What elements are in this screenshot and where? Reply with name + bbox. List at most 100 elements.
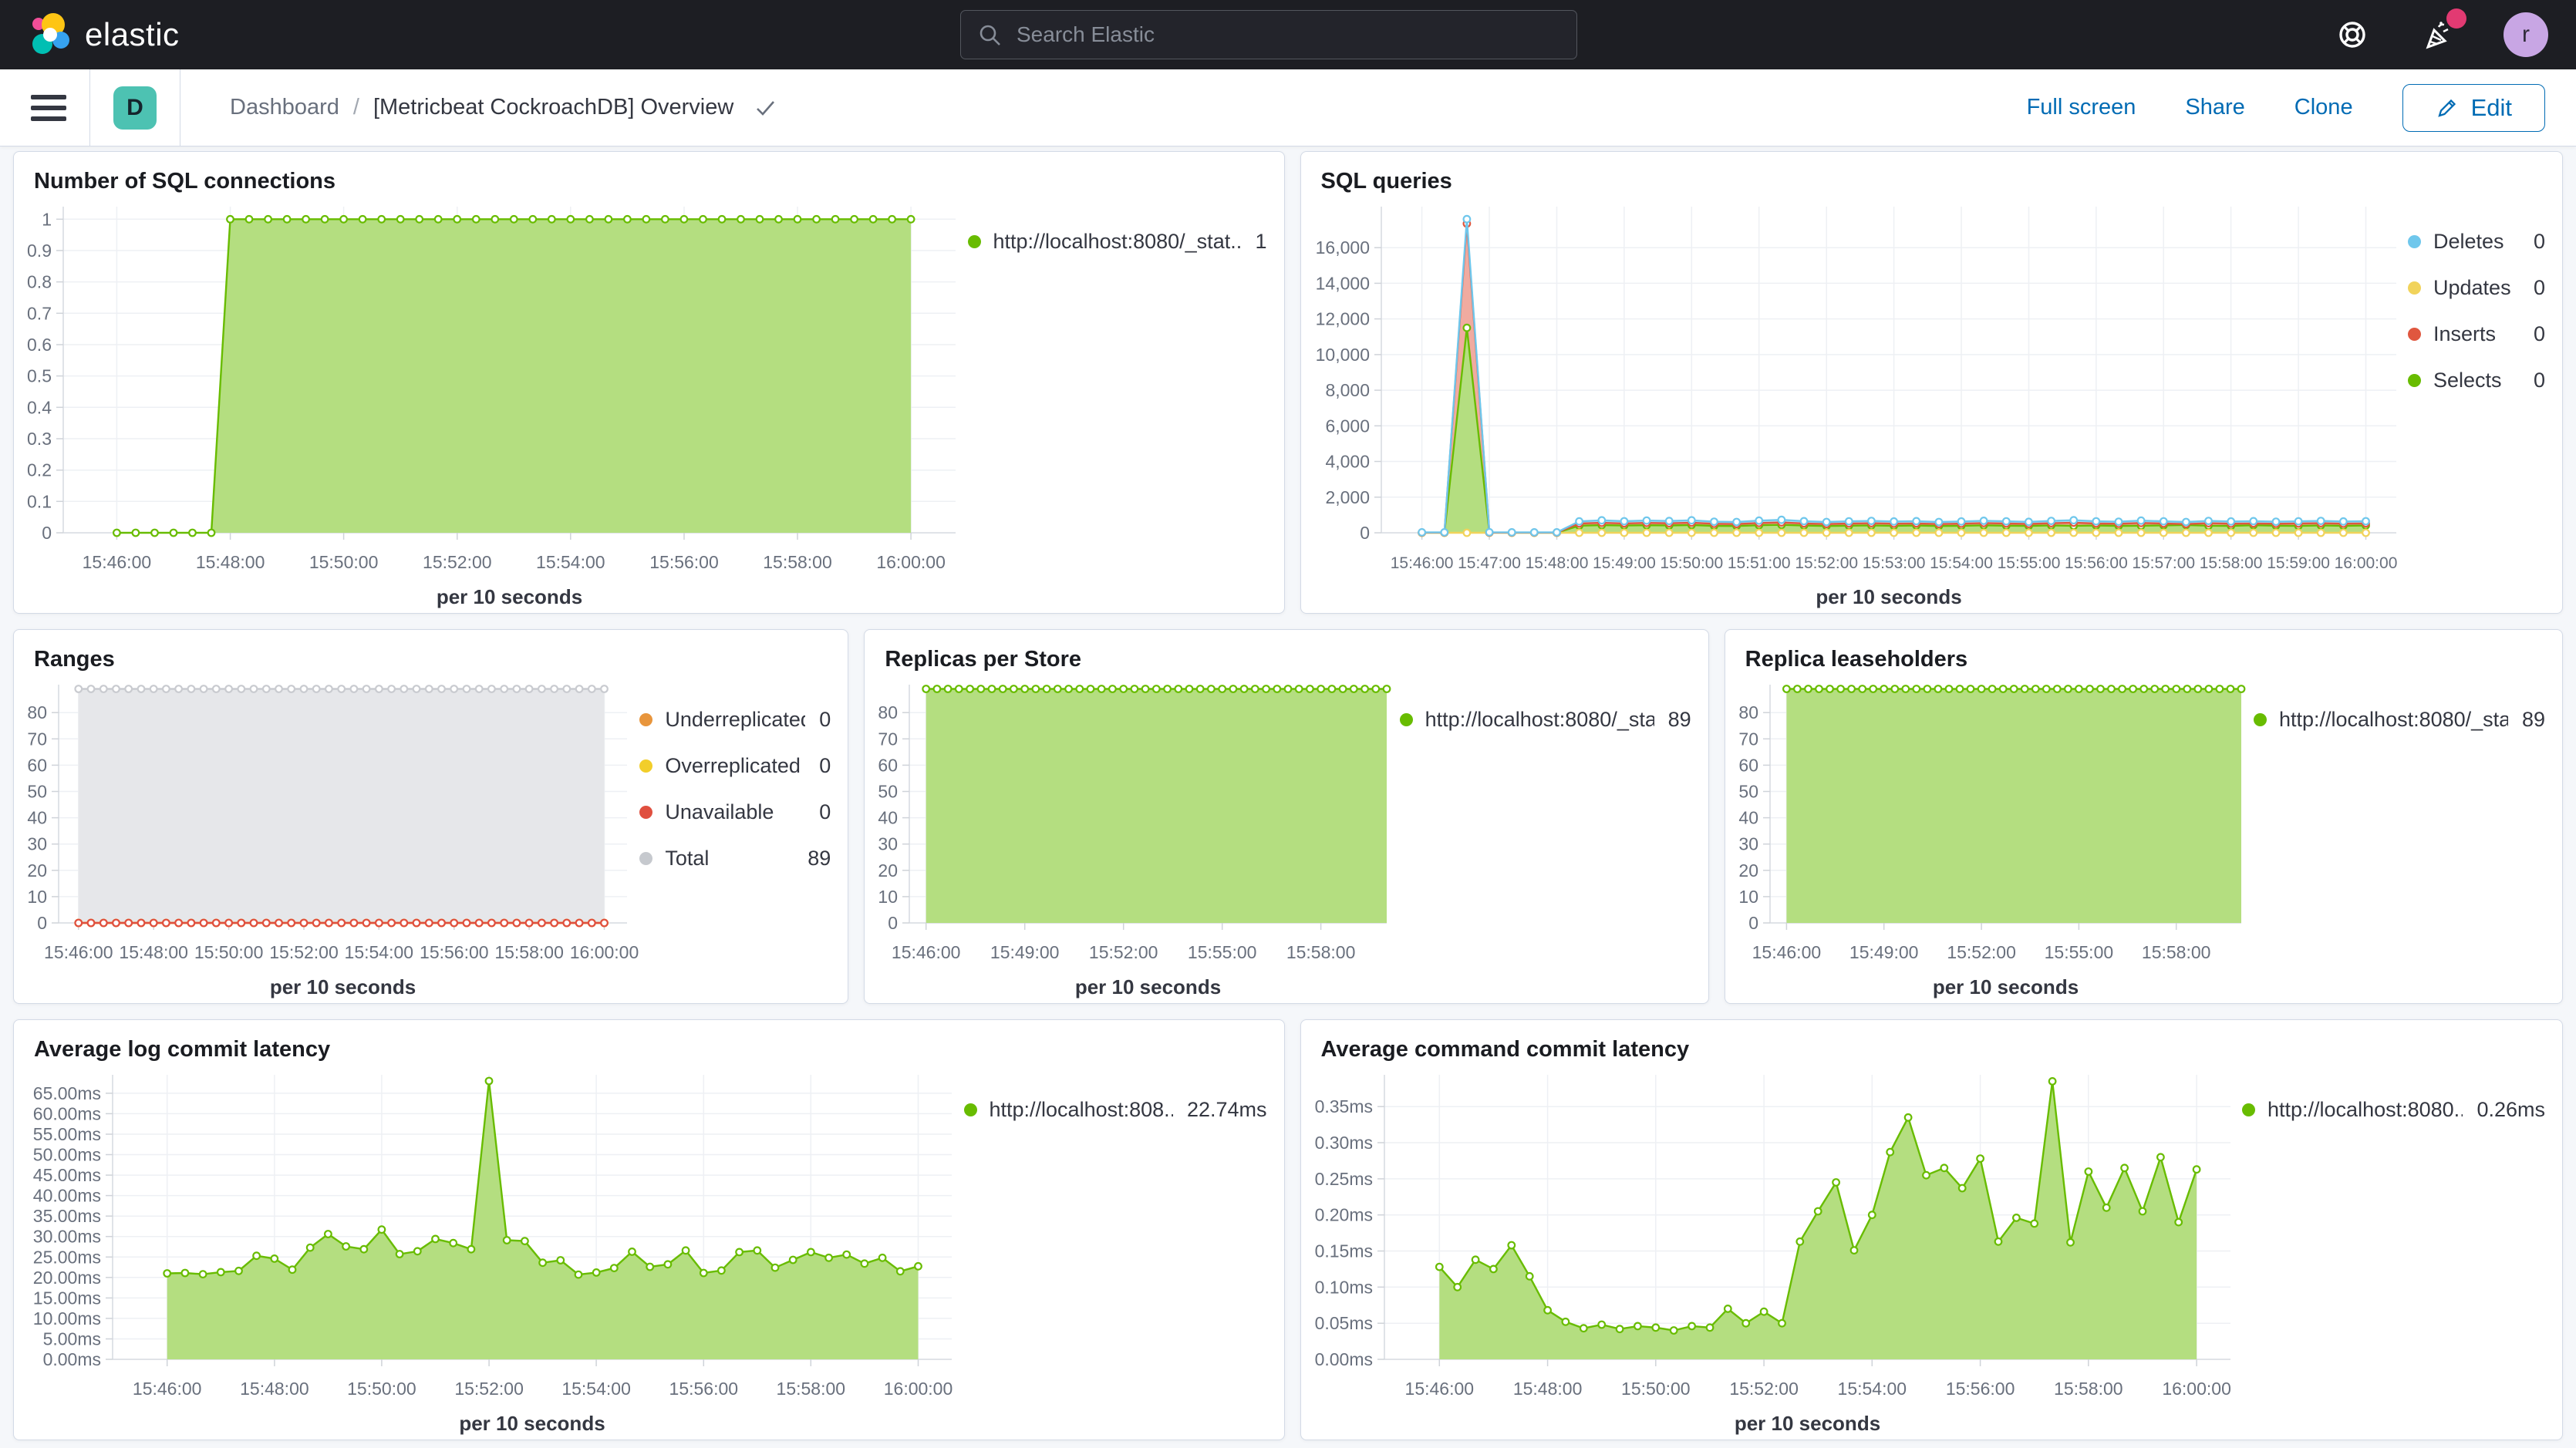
svg-text:15:49:00: 15:49:00	[990, 942, 1060, 962]
svg-text:per 10 seconds: per 10 seconds	[459, 1412, 605, 1435]
edit-button-label: Edit	[2471, 94, 2512, 122]
panel-title: SQL queries	[1301, 152, 2563, 197]
svg-text:15:59:00: 15:59:00	[2267, 554, 2330, 572]
svg-text:0.00ms: 0.00ms	[43, 1349, 101, 1369]
title-check-icon[interactable]	[752, 95, 778, 121]
legend-item[interactable]: Unavailable0	[639, 799, 831, 825]
svg-text:20: 20	[1738, 860, 1758, 881]
panel-command-commit-latency: Average command commit latency 0.35ms0.3…	[1300, 1019, 2564, 1440]
legend-item[interactable]: Deletes0	[2408, 228, 2545, 254]
legend-item[interactable]: Underreplicated0	[639, 706, 831, 732]
newsfeed-button[interactable]	[2417, 13, 2460, 56]
svg-text:15:46:00: 15:46:00	[83, 552, 152, 572]
legend-item[interactable]: Selects0	[2408, 367, 2545, 393]
elastic-brand[interactable]: elastic	[28, 12, 180, 57]
chart-canvas-leaseholders[interactable]: 8070605040302010015:46:0015:49:0015:52:0…	[1725, 675, 2254, 1003]
edit-button[interactable]: Edit	[2402, 84, 2545, 132]
svg-text:0: 0	[1360, 523, 1370, 543]
legend-color-dot	[2408, 374, 2421, 387]
page-title: [Metricbeat CockroachDB] Overview	[373, 95, 733, 120]
svg-text:55.00ms: 55.00ms	[33, 1124, 101, 1144]
legend-item[interactable]: http://localhost:8080/_sta...89	[2254, 706, 2545, 732]
user-avatar[interactable]: r	[2504, 12, 2548, 57]
legend-item[interactable]: http://localhost:8080/_sta...89	[1400, 706, 1691, 732]
svg-text:per 10 seconds: per 10 seconds	[270, 975, 416, 998]
brand-text: elastic	[85, 16, 180, 53]
svg-text:15:46:00: 15:46:00	[133, 1379, 202, 1399]
legend-label: http://localhost:8080/_sta...	[1425, 706, 1654, 732]
dashboard-content: Number of SQL connections 10.90.80.70.60…	[0, 146, 2576, 1440]
svg-text:60: 60	[878, 755, 899, 775]
svg-text:40: 40	[878, 808, 899, 828]
chart-legend: http://localhost:8080/_stat...1	[968, 197, 1284, 613]
legend-value: 0	[2520, 274, 2545, 301]
clone-link[interactable]: Clone	[2294, 95, 2353, 120]
chart-legend: Deletes0 Updates0 Inserts0 Selects0	[2408, 197, 2562, 613]
legend-color-dot	[639, 852, 652, 865]
svg-text:50: 50	[1738, 782, 1758, 802]
panel-title: Replicas per Store	[865, 630, 1708, 675]
legend-item[interactable]: http://localhost:8080/_stat...1	[968, 228, 1267, 254]
svg-text:0.8: 0.8	[27, 272, 52, 292]
legend-item[interactable]: Updates0	[2408, 274, 2545, 301]
svg-text:50.00ms: 50.00ms	[33, 1145, 101, 1165]
svg-text:14,000: 14,000	[1315, 273, 1369, 293]
panel-replica-leaseholders: Replica leaseholders 8070605040302010015…	[1725, 629, 2563, 1004]
legend-value: 89	[1654, 706, 1691, 732]
svg-text:15.00ms: 15.00ms	[33, 1288, 101, 1308]
svg-text:45.00ms: 45.00ms	[33, 1165, 101, 1185]
breadcrumb-dashboard-link[interactable]: Dashboard	[230, 95, 339, 120]
svg-text:0.35ms: 0.35ms	[1314, 1096, 1372, 1116]
svg-text:15:46:00: 15:46:00	[44, 942, 113, 962]
svg-text:8,000: 8,000	[1325, 380, 1370, 400]
svg-text:6,000: 6,000	[1325, 416, 1370, 436]
chart-canvas-log-latency[interactable]: 65.00ms60.00ms55.00ms50.00ms45.00ms40.00…	[14, 1066, 964, 1440]
legend-item[interactable]: http://localhost:808...22.74ms	[964, 1096, 1267, 1123]
menu-button[interactable]	[31, 95, 66, 121]
svg-text:0: 0	[37, 913, 47, 933]
svg-text:16,000: 16,000	[1315, 237, 1369, 258]
legend-label: Underreplicated	[665, 706, 805, 732]
svg-text:70: 70	[1738, 729, 1758, 749]
chart-canvas-replicas[interactable]: 8070605040302010015:46:0015:49:0015:52:0…	[865, 675, 1399, 1003]
svg-text:80: 80	[1738, 702, 1758, 722]
svg-text:0.7: 0.7	[27, 303, 52, 323]
chart-canvas-ranges[interactable]: 8070605040302010015:46:0015:48:0015:50:0…	[14, 675, 639, 1003]
svg-text:per 10 seconds: per 10 seconds	[437, 585, 582, 608]
legend-color-dot	[964, 1103, 977, 1116]
svg-text:30: 30	[27, 834, 47, 854]
svg-text:15:49:00: 15:49:00	[1593, 554, 1656, 572]
share-link[interactable]: Share	[2185, 95, 2244, 120]
svg-text:15:50:00: 15:50:00	[1621, 1379, 1691, 1399]
svg-text:15:58:00: 15:58:00	[763, 552, 832, 572]
legend-color-dot	[639, 806, 652, 819]
svg-text:0.9: 0.9	[27, 241, 52, 261]
legend-item[interactable]: Total89	[639, 845, 831, 871]
svg-text:30: 30	[1738, 834, 1758, 854]
svg-text:60.00ms: 60.00ms	[33, 1103, 101, 1123]
dashboard-app-badge[interactable]: D	[113, 86, 157, 130]
svg-text:15:46:00: 15:46:00	[1390, 554, 1453, 572]
chart-canvas-command-latency[interactable]: 0.35ms0.30ms0.25ms0.20ms0.15ms0.10ms0.05…	[1301, 1066, 2243, 1440]
legend-item[interactable]: Overreplicated0	[639, 753, 831, 779]
svg-text:per 10 seconds: per 10 seconds	[1816, 585, 1961, 608]
global-search-input[interactable]	[960, 10, 1577, 59]
svg-text:15:50:00: 15:50:00	[1660, 554, 1723, 572]
svg-text:0: 0	[1748, 913, 1758, 933]
chart-canvas-sql-connections[interactable]: 10.90.80.70.60.50.40.30.20.1015:46:0015:…	[14, 197, 968, 613]
panel-title: Ranges	[14, 630, 848, 675]
legend-item[interactable]: http://localhost:8080...0.26ms	[2242, 1096, 2545, 1123]
svg-text:15:54:00: 15:54:00	[561, 1379, 631, 1399]
svg-text:per 10 seconds: per 10 seconds	[1734, 1412, 1880, 1435]
chart-canvas-sql-queries[interactable]: 16,00014,00012,00010,0008,0006,0004,0002…	[1301, 197, 2409, 613]
legend-item[interactable]: Inserts0	[2408, 321, 2545, 347]
top-bar: elastic	[0, 0, 2576, 69]
svg-text:0.00ms: 0.00ms	[1314, 1349, 1372, 1369]
full-screen-link[interactable]: Full screen	[2027, 95, 2136, 120]
help-button[interactable]	[2331, 13, 2374, 56]
svg-text:50: 50	[27, 782, 47, 802]
svg-text:2,000: 2,000	[1325, 487, 1370, 507]
svg-text:80: 80	[27, 702, 47, 722]
legend-color-dot	[2242, 1103, 2255, 1116]
legend-color-dot	[968, 235, 981, 248]
